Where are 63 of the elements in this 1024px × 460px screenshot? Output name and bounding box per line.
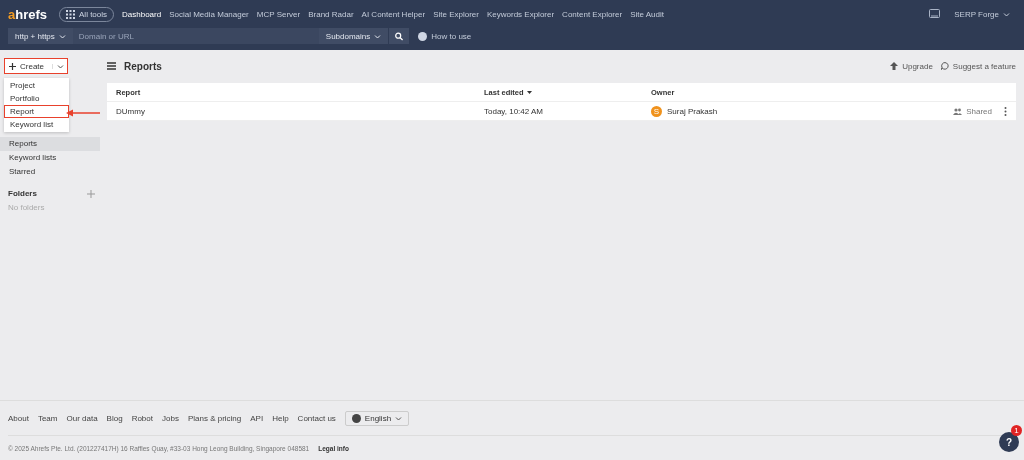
suggest-feature-link[interactable]: Suggest a feature bbox=[940, 61, 1016, 71]
menu-item[interactable]: Keyword list bbox=[4, 118, 69, 131]
footer-link[interactable]: Contact us bbox=[297, 413, 336, 423]
nav-link[interactable]: Site Audit bbox=[630, 9, 664, 19]
page-title: Reports bbox=[124, 60, 162, 72]
nav-link[interactable]: MCP Server bbox=[256, 9, 301, 19]
sort-descending-icon bbox=[526, 90, 532, 94]
report-name-cell[interactable]: DUmmy bbox=[116, 106, 484, 116]
footer-link[interactable]: Robot bbox=[131, 413, 153, 423]
table-cell-text: Today, 10:42 AM bbox=[484, 106, 544, 116]
menu-item[interactable]: Project bbox=[4, 79, 69, 92]
footer-link[interactable]: API bbox=[250, 413, 264, 423]
protocol-dropdown[interactable]: http + https bbox=[8, 28, 73, 44]
footer-link[interactable]: Jobs bbox=[162, 413, 179, 423]
upload-icon bbox=[890, 62, 899, 70]
footer-link[interactable]: Plans & pricing bbox=[187, 413, 242, 423]
menu-icon[interactable] bbox=[107, 62, 116, 70]
nav-link[interactable]: Brand Radar bbox=[308, 9, 354, 19]
menu-item[interactable]: Portfolio bbox=[4, 92, 69, 105]
sidebar-item[interactable]: Starred bbox=[0, 165, 100, 179]
chevron-down-icon bbox=[374, 33, 382, 39]
nav-link[interactable]: Content Explorer bbox=[562, 9, 623, 19]
footer-link[interactable]: Our data bbox=[66, 413, 98, 423]
sharing-status: Shared bbox=[966, 106, 992, 116]
nav-link[interactable]: Keywords Explorer bbox=[486, 9, 555, 19]
nav-link[interactable]: Social Media Manager bbox=[169, 9, 249, 19]
chevron-down-icon bbox=[1003, 11, 1010, 17]
subdomains-dropdown[interactable]: Subdomains bbox=[318, 28, 389, 44]
more-options-icon[interactable] bbox=[1004, 106, 1007, 116]
create-split-button[interactable]: Create bbox=[4, 58, 68, 74]
search-icon bbox=[395, 31, 404, 41]
help-button[interactable]: ? bbox=[999, 432, 1019, 452]
grid-icon bbox=[66, 9, 76, 19]
footer-link[interactable]: Help bbox=[272, 413, 289, 423]
how-to-use-link[interactable]: How to use bbox=[418, 31, 472, 41]
search-button[interactable] bbox=[389, 28, 410, 44]
folders-heading: Folders bbox=[8, 189, 37, 198]
url-input-field[interactable]: Domain or URL bbox=[72, 28, 319, 44]
language-selector[interactable]: English bbox=[344, 410, 410, 426]
chevron-down-icon bbox=[395, 415, 403, 421]
footer-link[interactable]: Blog bbox=[106, 413, 123, 423]
people-icon bbox=[953, 107, 963, 115]
empty-folders-text: No folders bbox=[7, 202, 46, 214]
nav-link[interactable]: Site Explorer bbox=[433, 9, 479, 19]
sidebar-item[interactable]: Reports bbox=[0, 137, 100, 151]
footer-link[interactable]: About bbox=[8, 413, 29, 423]
nav-link[interactable]: Dashboard bbox=[122, 9, 162, 19]
upgrade-link[interactable]: Upgrade bbox=[890, 61, 933, 71]
menu-item[interactable]: Report bbox=[4, 105, 69, 118]
chevron-down-icon bbox=[58, 33, 66, 39]
nav-link[interactable]: AI Content Helper bbox=[361, 9, 426, 19]
account-menu[interactable]: SERP Forge bbox=[948, 8, 1016, 20]
plus-icon bbox=[9, 62, 16, 70]
logo[interactable]: ahrefs bbox=[8, 6, 48, 22]
owner-name: Suraj Prakash bbox=[667, 106, 718, 116]
monitor-icon[interactable] bbox=[929, 9, 941, 19]
chevron-down-icon bbox=[56, 63, 64, 69]
speech-bubble-icon bbox=[940, 62, 949, 70]
sidebar-item[interactable]: Keyword lists bbox=[0, 151, 100, 165]
notification-badge: 1 bbox=[1011, 425, 1022, 436]
footer-link[interactable]: Team bbox=[37, 413, 58, 423]
avatar: S bbox=[651, 105, 662, 117]
annotation-arrow bbox=[66, 109, 100, 117]
